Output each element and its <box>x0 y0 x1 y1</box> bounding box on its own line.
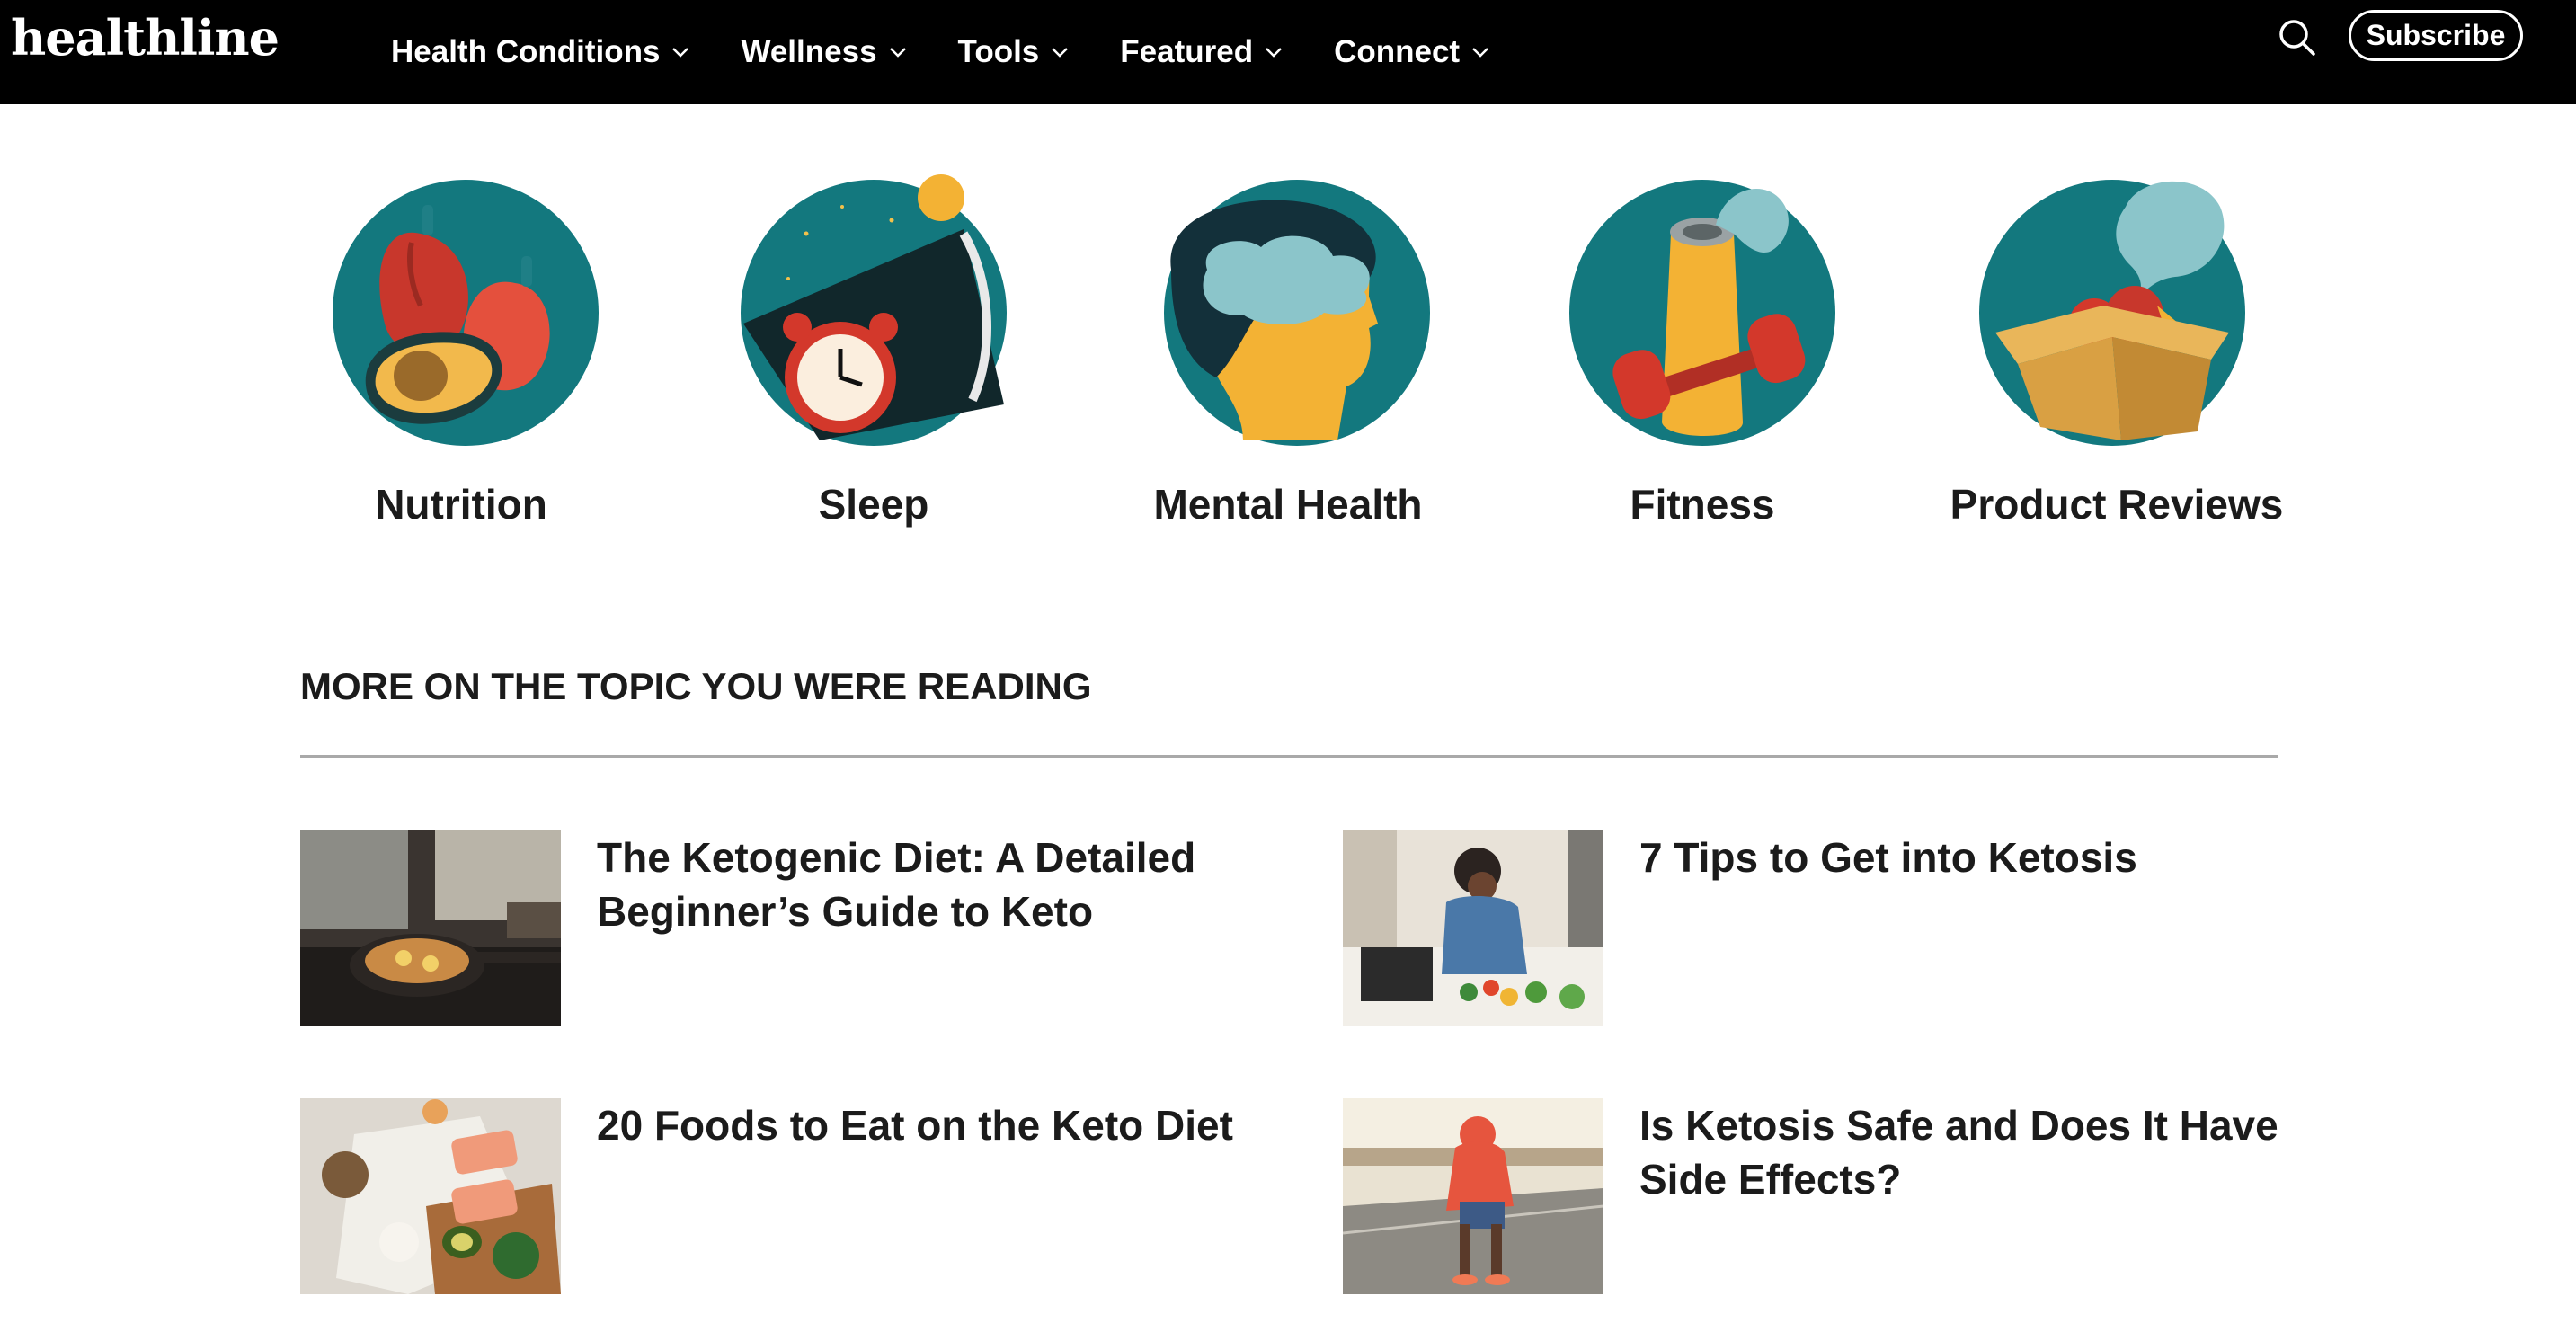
topic-label: Fitness <box>1630 481 1775 528</box>
nav-label: Wellness <box>741 34 877 69</box>
topic-label: Mental Health <box>1153 481 1423 528</box>
nav-featured[interactable]: Featured <box>1120 34 1284 70</box>
topic-nutrition[interactable]: Nutrition <box>263 171 659 528</box>
nav-label: Connect <box>1334 34 1461 69</box>
article-thumbnail[interactable] <box>300 1098 561 1294</box>
chevron-down-icon <box>672 48 689 58</box>
article-card[interactable]: Is Ketosis Safe and Does It Have Side Ef… <box>1343 1098 2332 1296</box>
nav-connect[interactable]: Connect <box>1334 34 1490 70</box>
chevron-down-icon <box>1472 48 1488 58</box>
fitness-icon <box>1569 180 1835 446</box>
top-nav-bar: healthline Health Conditions Wellness To… <box>0 0 2576 104</box>
product-reviews-icon <box>1979 180 2245 446</box>
nav-label: Health Conditions <box>391 34 661 69</box>
topic-sleep[interactable]: Sleep <box>676 171 1071 528</box>
nav-tools[interactable]: Tools <box>958 34 1070 70</box>
logo[interactable]: healthline <box>11 9 280 67</box>
nutrition-icon <box>333 180 599 446</box>
article-title[interactable]: The Ketogenic Diet: A Detailed Beginner’… <box>597 830 1244 938</box>
search-icon[interactable] <box>2276 16 2317 58</box>
article-thumbnail[interactable] <box>300 830 561 1026</box>
subscribe-button[interactable]: Subscribe <box>2349 10 2523 61</box>
article-title[interactable]: 20 Foods to Eat on the Keto Diet <box>597 1098 1244 1152</box>
section-heading: MORE ON THE TOPIC YOU WERE READING <box>300 665 1092 707</box>
topic-label: Nutrition <box>375 481 547 528</box>
topic-fitness[interactable]: Fitness <box>1505 171 1900 528</box>
nav-label: Featured <box>1120 34 1254 69</box>
article-thumbnail[interactable] <box>1343 830 1603 1026</box>
article-thumbnail[interactable] <box>1343 1098 1603 1294</box>
chevron-down-icon <box>889 48 906 58</box>
topic-label: Sleep <box>818 481 929 528</box>
topic-carousel: Nutrition Sleep Mental Health Fitness Pr… <box>0 171 2576 566</box>
topic-mental-health[interactable]: Mental Health <box>1090 171 1486 528</box>
main-nav: Health Conditions Wellness Tools Feature… <box>391 0 1541 104</box>
article-card[interactable]: The Ketogenic Diet: A Detailed Beginner’… <box>300 830 1289 1028</box>
chevron-down-icon <box>1266 48 1282 58</box>
article-card[interactable]: 20 Foods to Eat on the Keto Diet <box>300 1098 1289 1296</box>
sleep-icon <box>741 174 1007 446</box>
mental-health-icon <box>1164 180 1430 446</box>
topic-product-reviews[interactable]: Product Reviews <box>1919 171 2314 528</box>
nav-health-conditions[interactable]: Health Conditions <box>391 34 690 70</box>
topic-label: Product Reviews <box>1950 481 2284 528</box>
chevron-down-icon <box>1052 48 1069 58</box>
nav-label: Tools <box>957 34 1040 69</box>
divider <box>300 755 2278 758</box>
article-card[interactable]: 7 Tips to Get into Ketosis <box>1343 830 2332 1028</box>
nav-wellness[interactable]: Wellness <box>741 34 907 70</box>
article-title[interactable]: 7 Tips to Get into Ketosis <box>1639 830 2287 884</box>
article-title[interactable]: Is Ketosis Safe and Does It Have Side Ef… <box>1639 1098 2287 1206</box>
